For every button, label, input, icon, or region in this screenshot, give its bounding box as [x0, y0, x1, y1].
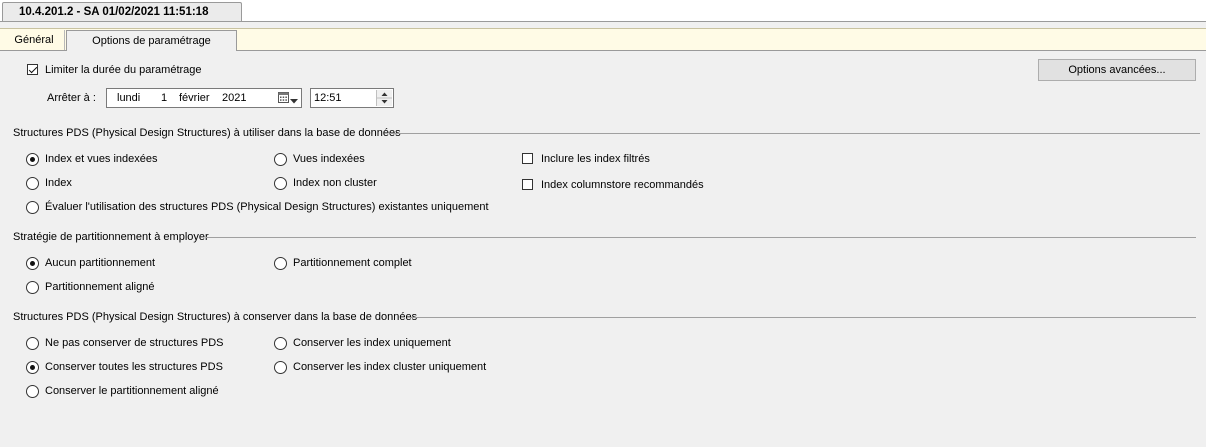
pds-keep-separator [410, 317, 1196, 318]
calendar-icon[interactable] [278, 92, 289, 103]
radio-keep-clustered-only[interactable] [274, 361, 287, 374]
option-evaluate-existing-pds-label: Évaluer l'utilisation des structures PDS… [45, 201, 489, 213]
advanced-options-button[interactable]: Options avancées... [1038, 59, 1196, 81]
stop-date-picker[interactable]: lundi 1 février 2021 [106, 88, 302, 108]
partitioning-group-title: Stratégie de partitionnement à employer [13, 231, 209, 243]
stop-time-picker[interactable]: 12:51 [310, 88, 394, 108]
include-filtered-indexes-checkbox[interactable] [522, 153, 533, 164]
radio-no-partitioning[interactable] [26, 257, 39, 270]
radio-keep-none[interactable] [26, 337, 39, 350]
pds-use-group-title: Structures PDS (Physical Design Structur… [13, 127, 401, 139]
time-spinner[interactable] [376, 90, 392, 106]
date-day-name: lundi [117, 92, 141, 104]
date-month: février [179, 92, 210, 104]
date-day: 1 [161, 92, 168, 104]
radio-nonclustered-indexes[interactable] [274, 177, 287, 190]
radio-full-partitioning[interactable] [274, 257, 287, 270]
recommend-columnstore-checkbox[interactable] [522, 179, 533, 190]
option-indexed-views-label: Vues indexées [293, 153, 365, 165]
radio-indexed-views[interactable] [274, 153, 287, 166]
option-full-partitioning-label: Partitionnement complet [293, 257, 412, 269]
include-filtered-indexes-label: Inclure les index filtrés [541, 153, 650, 165]
tab-divider-left [0, 50, 66, 51]
time-value: 12:51 [314, 92, 342, 104]
tab-tuning-options[interactable]: Options de paramétrage [66, 30, 237, 51]
tab-general[interactable]: Général [4, 30, 65, 51]
option-nonclustered-indexes-label: Index non cluster [293, 177, 377, 189]
option-keep-clustered-only-label: Conserver les index cluster uniquement [293, 361, 487, 373]
option-aligned-partitioning-label: Partitionnement aligné [45, 281, 155, 293]
radio-keep-all[interactable] [26, 361, 39, 374]
radio-keep-aligned-partitioning[interactable] [26, 385, 39, 398]
option-keep-indexes-only-label: Conserver les index uniquement [293, 337, 451, 349]
recommend-columnstore-label: Index columnstore recommandés [541, 179, 704, 191]
radio-keep-indexes-only[interactable] [274, 337, 287, 350]
document-tab[interactable]: 10.4.201.2 - SA 01/02/2021 11:51:18 [2, 2, 242, 22]
radio-indexes[interactable] [26, 177, 39, 190]
limit-tuning-time-label: Limiter la durée du paramétrage [45, 64, 202, 76]
stop-at-label: Arrêter à : [47, 92, 96, 104]
tab-divider-right [237, 50, 1206, 51]
option-keep-all-label: Conserver toutes les structures PDS [45, 361, 223, 373]
option-indexes-and-indexed-views-label: Index et vues indexées [45, 153, 158, 165]
partitioning-separator [206, 237, 1196, 238]
pds-use-separator [390, 133, 1200, 134]
radio-aligned-partitioning[interactable] [26, 281, 39, 294]
document-tab-divider [0, 21, 1206, 22]
radio-indexes-and-indexed-views[interactable] [26, 153, 39, 166]
chevron-down-icon[interactable] [290, 95, 298, 104]
limit-tuning-time-checkbox[interactable] [27, 64, 38, 75]
option-keep-none-label: Ne pas conserver de structures PDS [45, 337, 224, 349]
date-year: 2021 [222, 92, 247, 104]
option-no-partitioning-label: Aucun partitionnement [45, 257, 156, 269]
option-keep-aligned-partitioning-label: Conserver le partitionnement aligné [45, 385, 219, 397]
pds-keep-group-title: Structures PDS (Physical Design Structur… [13, 311, 418, 323]
option-indexes-label: Index [45, 177, 72, 189]
radio-evaluate-existing-pds[interactable] [26, 201, 39, 214]
